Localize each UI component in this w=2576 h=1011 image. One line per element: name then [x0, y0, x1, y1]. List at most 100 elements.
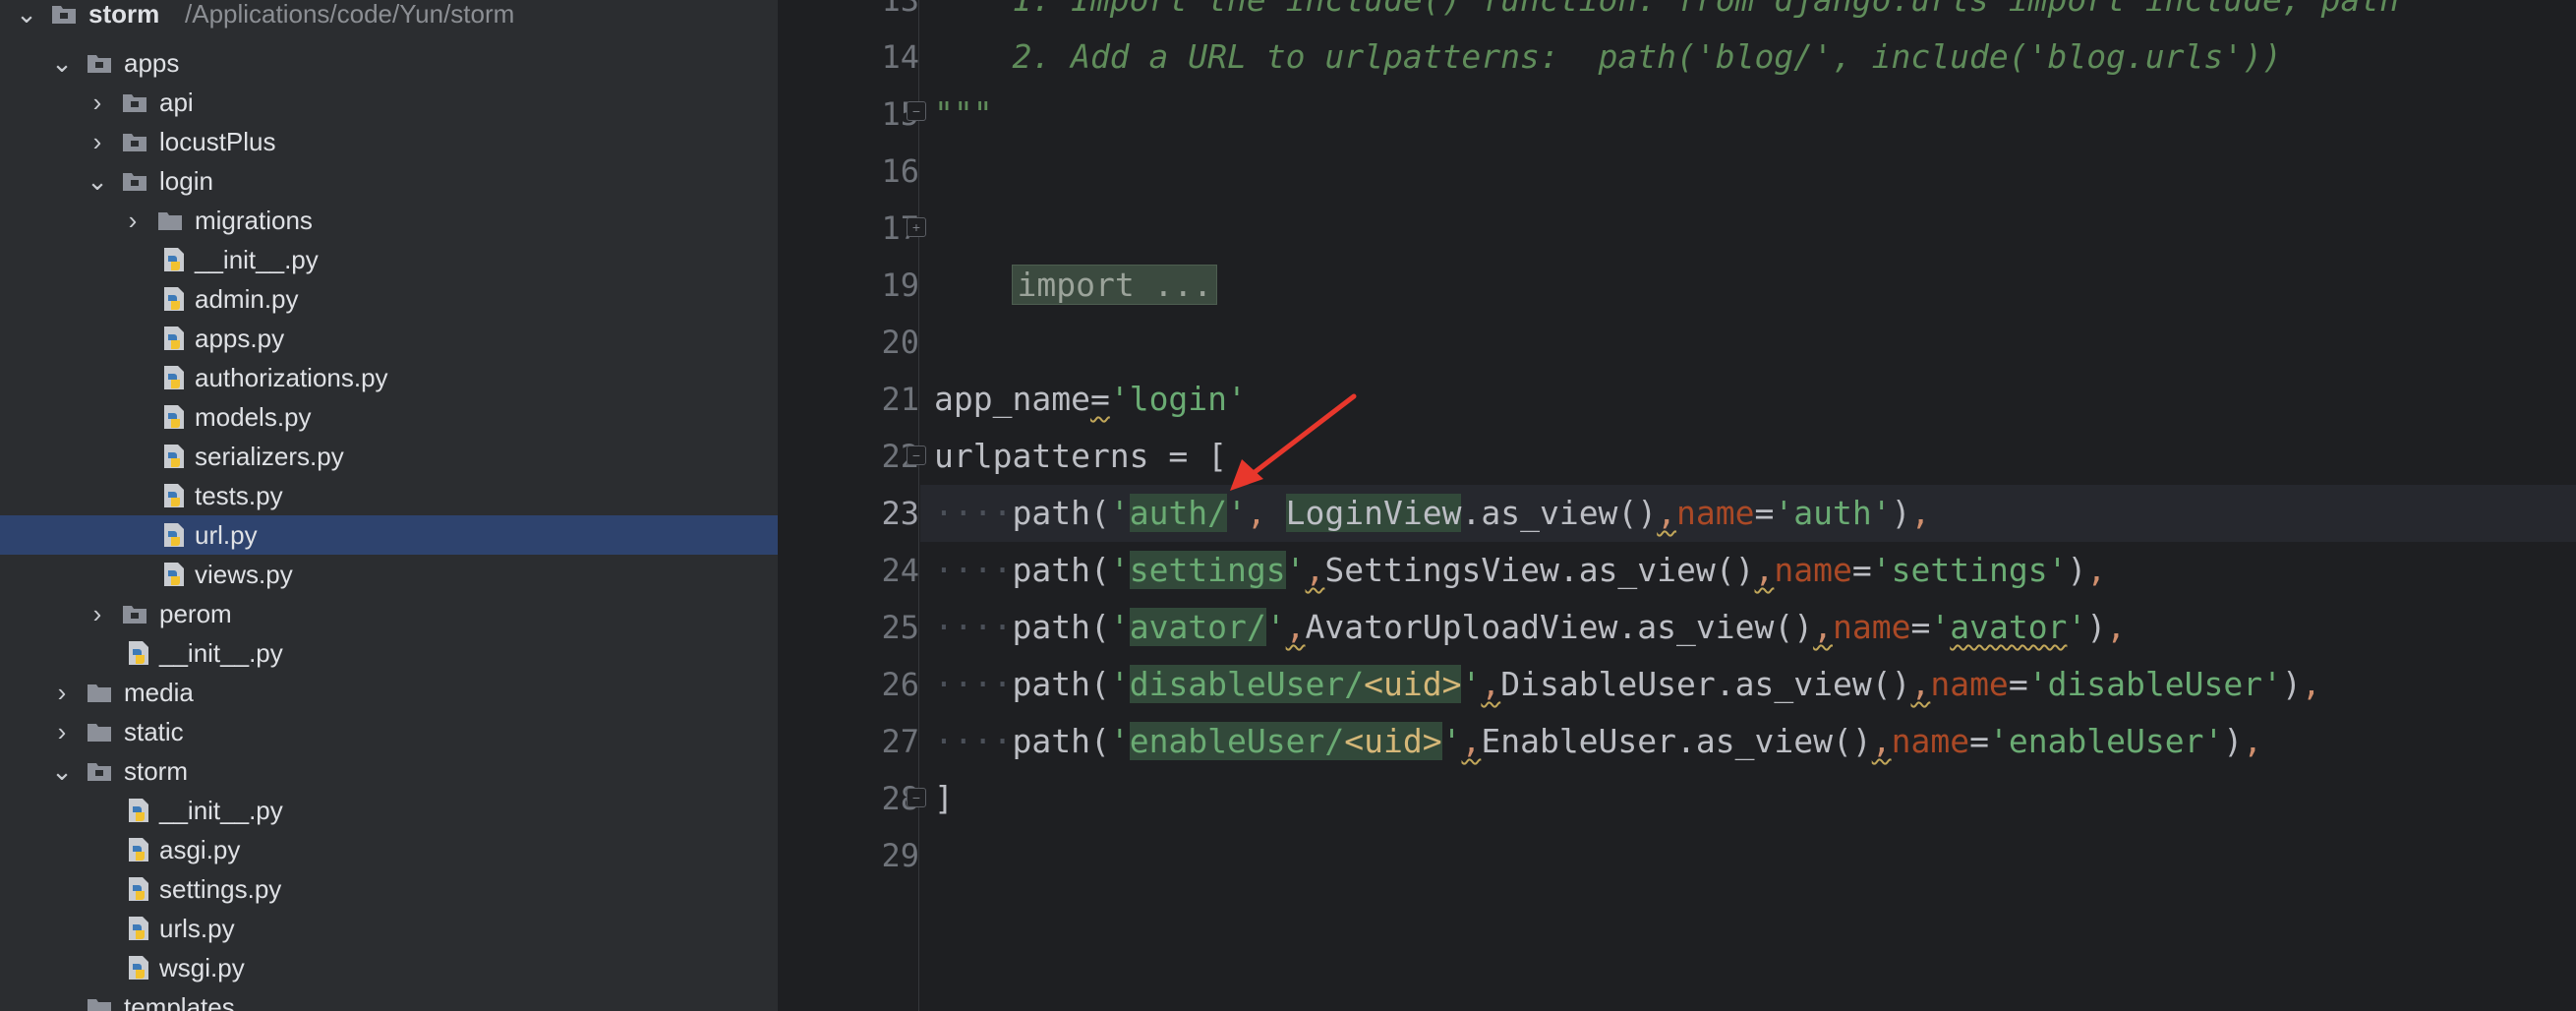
tree-label: __init__.py: [159, 638, 283, 668]
tree-file[interactable]: asgi.py: [0, 830, 778, 869]
python-file-icon: [164, 523, 184, 547]
tree-label: storm: [124, 756, 188, 786]
chevron-right-icon[interactable]: ›: [47, 712, 77, 751]
tree-folder-login[interactable]: ⌄ login: [0, 161, 778, 201]
python-file-icon: [164, 327, 184, 350]
code-editor[interactable]: 13 14 15 16 17 19 20 21 22 23 24 25 26 2…: [778, 0, 2576, 1011]
code-line[interactable]: app_name='login': [934, 371, 1247, 428]
chevron-right-icon[interactable]: ›: [83, 122, 112, 161]
folder-icon: [88, 999, 111, 1011]
tree-label: apps.py: [195, 324, 285, 353]
tree-file[interactable]: __init__.py: [0, 240, 778, 279]
folder-icon: [88, 763, 111, 781]
chevron-right-icon[interactable]: ›: [118, 201, 147, 240]
code-token: name: [1891, 722, 1970, 760]
code-line[interactable]: 1. Import the include() function: from d…: [934, 0, 2399, 29]
tree-file[interactable]: authorizations.py: [0, 358, 778, 397]
tree-label: settings.py: [159, 874, 282, 904]
code-line[interactable]: ]: [934, 770, 954, 827]
tree-row-project-root[interactable]: ⌄ storm /Applications/code/Yun/storm: [0, 0, 778, 33]
tree-file[interactable]: settings.py: [0, 869, 778, 909]
python-file-icon: [164, 445, 184, 468]
tree-label: perom: [159, 599, 232, 628]
line-number: 20: [881, 324, 919, 361]
chevron-right-icon[interactable]: ›: [47, 673, 77, 712]
tree-label: authorizations.py: [195, 363, 388, 392]
code-line-route[interactable]: ····path('avator/',AvatorUploadView.as_v…: [934, 599, 2126, 656]
tree-label: views.py: [195, 560, 293, 589]
line-number: 19: [881, 267, 919, 304]
tree-label: templates: [124, 992, 235, 1011]
python-file-icon: [129, 838, 148, 862]
chevron-down-icon[interactable]: ⌄: [12, 0, 41, 33]
tree-label: tests.py: [195, 481, 283, 510]
route-param: <uid>: [1344, 722, 1442, 760]
chevron-right-icon[interactable]: ›: [83, 594, 112, 633]
view-class: LoginView: [1285, 494, 1462, 532]
project-tree: ⌄ storm /Applications/code/Yun/storm ⌄ a…: [0, 0, 778, 1011]
tree-label: media: [124, 678, 194, 707]
python-file-icon: [129, 917, 148, 940]
tree-file[interactable]: __init__.py: [0, 633, 778, 673]
tree-folder-media[interactable]: › media: [0, 673, 778, 712]
tree-folder-storm[interactable]: ⌄ storm: [0, 751, 778, 791]
tree-label: serializers.py: [195, 442, 344, 471]
code-token: .as_view(): [1715, 665, 1911, 703]
code-line-route[interactable]: ····path('disableUser/<uid>',DisableUser…: [934, 656, 2321, 713]
python-file-icon: [129, 956, 148, 980]
tree-file[interactable]: models.py: [0, 397, 778, 437]
fold-expand-icon[interactable]: +: [907, 217, 926, 237]
tree-label: static: [124, 717, 184, 746]
route-string: auth/: [1129, 494, 1228, 532]
tree-label: wsgi.py: [159, 953, 245, 982]
tree-file-selected[interactable]: url.py: [0, 515, 778, 555]
folder-icon: [88, 724, 111, 742]
tree-folder-api[interactable]: › api: [0, 83, 778, 122]
folder-icon: [123, 134, 146, 151]
tree-file[interactable]: wsgi.py: [0, 948, 778, 987]
folder-icon: [123, 606, 146, 624]
tree-folder-templates[interactable]: templates: [0, 987, 778, 1011]
chevron-down-icon[interactable]: ⌄: [83, 161, 112, 201]
tree-folder-migrations[interactable]: › migrations: [0, 201, 778, 240]
chevron-right-icon[interactable]: ›: [83, 83, 112, 122]
tree-file[interactable]: urls.py: [0, 909, 778, 948]
code-line-route[interactable]: ····path('settings',SettingsView.as_view…: [934, 542, 2106, 599]
tree-label: locustPlus: [159, 127, 276, 156]
code-line[interactable]: """: [934, 86, 993, 143]
code-line[interactable]: 2. Add a URL to urlpatterns: path('blog/…: [934, 29, 2281, 86]
tree-label: __init__.py: [159, 796, 283, 825]
tree-file[interactable]: views.py: [0, 555, 778, 594]
python-file-icon: [129, 641, 148, 665]
tree-file[interactable]: serializers.py: [0, 437, 778, 476]
tree-file[interactable]: apps.py: [0, 319, 778, 358]
code-line-route[interactable]: ····path('auth/', LoginView.as_view(),na…: [934, 485, 1930, 542]
tree-folder-apps[interactable]: ⌄ apps: [0, 43, 778, 83]
fold-marker-icon[interactable]: −: [907, 446, 926, 465]
code-line-route[interactable]: ····path('enableUser/<uid>',EnableUser.a…: [934, 713, 2262, 770]
route-name: avator: [1950, 608, 2068, 646]
tree-label: asgi.py: [159, 835, 241, 864]
fold-marker-icon[interactable]: −: [907, 788, 926, 807]
chevron-down-icon[interactable]: ⌄: [47, 751, 77, 791]
code-token: path(: [1012, 608, 1110, 646]
view-class: DisableUser: [1500, 665, 1716, 703]
tree-label: models.py: [195, 402, 312, 432]
folded-import-block[interactable]: import ...: [1012, 265, 1218, 305]
tree-file[interactable]: admin.py: [0, 279, 778, 319]
chevron-down-icon[interactable]: ⌄: [47, 43, 77, 83]
code-token: name: [1676, 494, 1755, 532]
line-number-current: 23: [881, 495, 919, 532]
code-line[interactable]: import ...: [934, 200, 1218, 305]
tree-folder-static[interactable]: › static: [0, 712, 778, 751]
tree-folder-perom[interactable]: › perom: [0, 594, 778, 633]
tree-folder-locustplus[interactable]: › locustPlus: [0, 122, 778, 161]
folder-icon: [123, 94, 146, 112]
fold-marker-icon[interactable]: −: [907, 101, 926, 121]
tree-file[interactable]: tests.py: [0, 476, 778, 515]
python-file-icon: [164, 484, 184, 507]
tree-file[interactable]: __init__.py: [0, 791, 778, 830]
tree-label: login: [159, 166, 213, 196]
python-file-icon: [129, 799, 148, 822]
code-line[interactable]: urlpatterns = [: [934, 428, 1227, 485]
